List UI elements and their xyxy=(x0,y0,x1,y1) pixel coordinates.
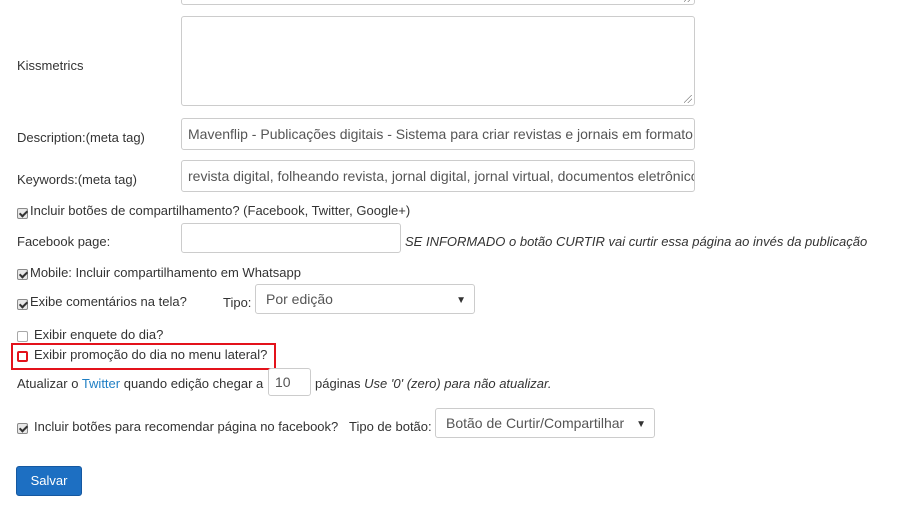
resize-grip-icon[interactable] xyxy=(684,0,692,2)
recommend-type-label: Tipo de botão: xyxy=(349,419,432,434)
poll-label: Exibir enquete do dia? xyxy=(34,327,164,342)
comments-type-select[interactable]: Por edição ▼ xyxy=(255,284,475,314)
kissmetrics-label: Kissmetrics xyxy=(17,58,84,73)
recommend-type-select[interactable]: Botão de Curtir/Compartilhar ▼ xyxy=(435,408,655,438)
description-label: Description:(meta tag) xyxy=(17,130,145,145)
twitter-middle: quando edição chegar a xyxy=(123,376,264,391)
recommend-checkbox[interactable] xyxy=(17,423,28,434)
resize-grip-icon[interactable] xyxy=(684,95,692,103)
top-textarea[interactable] xyxy=(181,0,695,5)
facebook-page-label: Facebook page: xyxy=(17,234,111,249)
twitter-suffix: páginas xyxy=(315,376,361,391)
twitter-link[interactable]: Twitter xyxy=(82,376,120,391)
promo-label: Exibir promoção do dia no menu lateral? xyxy=(34,347,268,362)
facebook-page-hint: SE INFORMADO o botão CURTIR vai curtir e… xyxy=(405,234,868,249)
share-buttons-checkbox[interactable] xyxy=(17,208,28,219)
facebook-page-input[interactable] xyxy=(181,223,401,253)
whatsapp-label: Mobile: Incluir compartilhamento em What… xyxy=(30,265,301,280)
comments-checkbox[interactable] xyxy=(17,299,28,310)
chevron-down-icon: ▼ xyxy=(636,419,646,430)
keywords-input[interactable]: revista digital, folheando revista, jorn… xyxy=(181,160,695,192)
keywords-label: Keywords:(meta tag) xyxy=(17,172,137,187)
comments-label: Exibe comentários na tela? xyxy=(30,294,187,309)
recommend-type-value: Botão de Curtir/Compartilhar xyxy=(446,415,625,431)
save-button[interactable]: Salvar xyxy=(16,466,82,496)
twitter-update-row: Atualizar o Twitter quando edição chegar… xyxy=(17,376,263,391)
twitter-suffix-row: páginas Use '0' (zero) para não atualiza… xyxy=(315,376,551,391)
poll-checkbox[interactable] xyxy=(17,331,28,342)
twitter-pages-input[interactable]: 10 xyxy=(268,368,311,396)
whatsapp-checkbox[interactable] xyxy=(17,269,28,280)
share-buttons-label: Incluir botões de compartilhamento? (Fac… xyxy=(30,203,411,218)
chevron-down-icon: ▼ xyxy=(456,295,466,306)
comments-type-label: Tipo: xyxy=(223,295,252,310)
twitter-prefix: Atualizar o xyxy=(17,376,79,391)
twitter-hint: Use '0' (zero) para não atualizar. xyxy=(364,376,552,391)
kissmetrics-textarea[interactable] xyxy=(181,16,695,106)
promo-checkbox[interactable] xyxy=(17,351,28,362)
comments-type-value: Por edição xyxy=(266,291,333,307)
recommend-label: Incluir botões para recomendar página no… xyxy=(34,419,339,434)
description-input[interactable]: Mavenflip - Publicações digitais - Siste… xyxy=(181,118,695,150)
